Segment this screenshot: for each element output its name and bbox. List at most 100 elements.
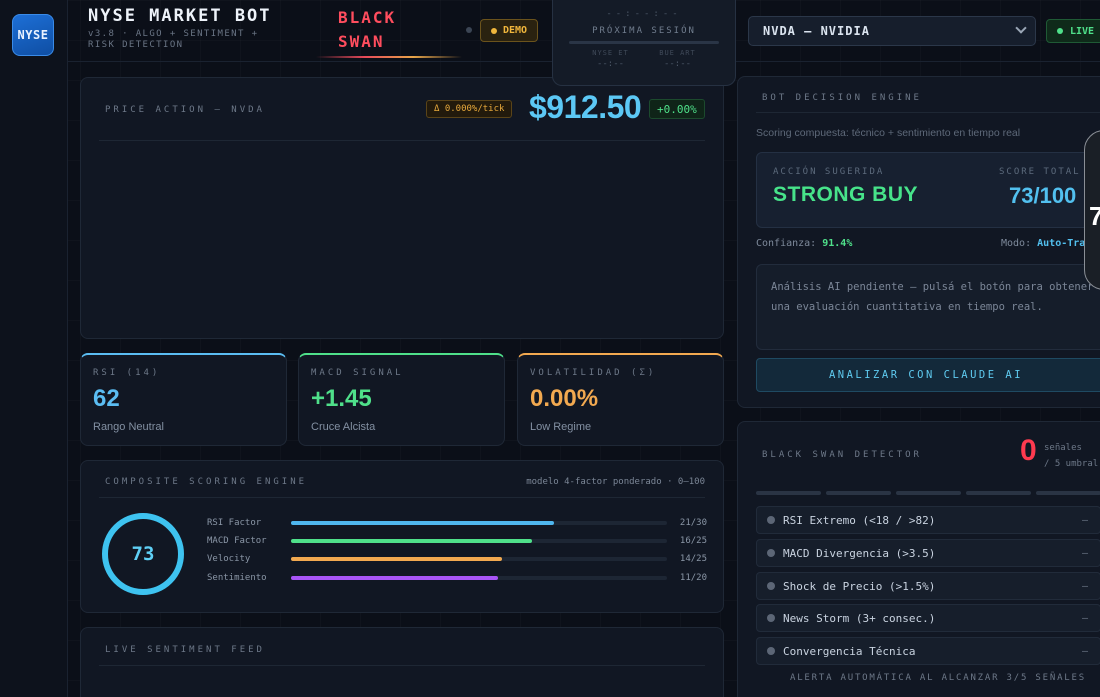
factor-name: MACD Factor [207, 536, 267, 546]
market-label-nyse: NYSE ET [592, 49, 629, 57]
divider [99, 665, 705, 666]
signal-status: — [1081, 547, 1088, 559]
price-panel-title: PRICE ACTION — NVDA [105, 105, 265, 115]
factor-row-sentiment: Sentimiento 11/20 [207, 571, 707, 585]
demo-label: DEMO [503, 25, 528, 36]
signal-status: — [1081, 645, 1088, 657]
factor-fill [291, 557, 502, 561]
action-value: STRONG BUY [773, 183, 919, 206]
engine-title: BOT DECISION ENGINE [762, 93, 922, 103]
factor-fill [291, 521, 555, 525]
factor-score: 21/30 [679, 518, 707, 528]
factor-row-macd: MACD Factor 16/25 [207, 534, 707, 548]
signal-status: — [1081, 580, 1088, 592]
sentiment-feed-panel: LIVE SENTIMENT FEED [80, 627, 724, 697]
confidence-label: Confianza: [756, 238, 817, 249]
floating-overlay-handle[interactable]: 7 [1084, 130, 1100, 290]
top-bar: NYSE MARKET BOT v3.8 · ALGO + SENTIMENT … [68, 0, 1100, 86]
analyze-claude-button[interactable]: ANALIZAR CON CLAUDE AI [756, 358, 1100, 392]
signal-row-news: News Storm (3+ consec.) — [756, 604, 1100, 632]
black-swan-panel: BLACK SWAN DETECTOR 0 señales / 5 umbral… [737, 421, 1100, 697]
score-gauge: 73 [102, 513, 184, 595]
factor-fill [291, 539, 532, 543]
demo-badge[interactable]: DEMO [480, 19, 539, 42]
signal-count-label-1: señales [1044, 443, 1082, 453]
signal-count-label-2: / 5 umbral [1044, 459, 1099, 469]
signal-label: RSI Extremo (<18 / >82) [783, 513, 936, 527]
session-times: --:-- --:-- [577, 59, 711, 69]
app-subtitle: v3.8 · ALGO + SENTIMENT + RISK DETECTION [88, 29, 259, 50]
factor-track [291, 576, 667, 580]
status-dot-icon [767, 614, 775, 622]
factor-fill [291, 576, 498, 580]
black-swan-footer: ALERTA AUTOMÁTICA AL ALCANZAR 3/5 SEÑALE… [790, 673, 1086, 683]
session-markets: NYSE ET BUE ART [577, 49, 711, 57]
status-dot [466, 27, 472, 33]
segment [1036, 491, 1100, 495]
confidence-value: 91.4% [822, 238, 853, 249]
session-label: PRÓXIMA SESIÓN [592, 26, 696, 36]
engine-description: Scoring compuesta: técnico + sentimiento… [756, 127, 1021, 139]
metric-label: VOLATILIDAD (Σ) [530, 368, 657, 378]
segment [966, 491, 1031, 495]
divider [756, 112, 1100, 113]
suggested-action-box: ACCIÓN SUGERIDA STRONG BUY SCORE TOTAL 7… [756, 152, 1100, 228]
metric-sub: Rango Neutral [93, 421, 164, 433]
factor-track [291, 557, 667, 561]
metric-label: RSI (14) [93, 368, 161, 378]
status-dot-icon [767, 549, 775, 557]
metric-value: 62 [93, 385, 120, 412]
nyse-logo[interactable]: NYSE [12, 14, 54, 56]
price-action-panel: PRICE ACTION — NVDA Δ 0.000%/tick $912.5… [80, 77, 724, 339]
session-clock: --:--:-- [606, 9, 682, 19]
mode-group: Modo: Auto-Tra [1001, 238, 1085, 249]
status-dot-icon [767, 647, 775, 655]
signal-label: News Storm (3+ consec.) [783, 611, 936, 625]
market-time-nyse: --:-- [596, 59, 625, 69]
scoring-model: modelo 4-factor ponderado · 0–100 [526, 477, 705, 487]
scoring-title: COMPOSITE SCORING ENGINE [105, 477, 308, 487]
factor-track [291, 539, 667, 543]
black-swan-indicator: BLACK SWAN [316, 6, 462, 54]
score-total-value: 73/100 [1009, 183, 1077, 208]
signal-label: MACD Divergencia (>3.5) [783, 546, 936, 560]
segment [896, 491, 961, 495]
status-dot-icon [767, 582, 775, 590]
rsi-card: RSI (14) 62 Rango Neutral [80, 353, 287, 446]
factor-score: 14/25 [679, 554, 707, 564]
live-badge[interactable]: LIVE [1046, 19, 1100, 43]
signal-row-macd: MACD Divergencia (>3.5) — [756, 539, 1100, 567]
demo-dot-icon [491, 27, 497, 34]
overlay-glyph: 7 [1089, 201, 1100, 231]
metric-value: +1.45 [311, 385, 372, 412]
current-price: $912.50 [529, 89, 642, 125]
mode-value: Auto-Tra [1037, 238, 1086, 249]
signal-label: Convergencia Técnica [783, 644, 916, 658]
black-swan-word-2: SWAN [338, 32, 385, 51]
factor-name: Velocity [207, 554, 251, 564]
tick-badge: Δ 0.000%/tick [426, 100, 513, 118]
session-progress [569, 41, 719, 44]
signal-row-rsi: RSI Extremo (<18 / >82) — [756, 506, 1100, 534]
feed-title: LIVE SENTIMENT FEED [105, 645, 265, 655]
signal-status: — [1081, 612, 1088, 624]
left-rail: NYSE [0, 0, 68, 697]
signal-row-shock: Shock de Precio (>1.5%) — [756, 572, 1100, 600]
status-dot-icon [767, 516, 775, 524]
factor-score: 11/20 [679, 573, 707, 583]
divider [99, 497, 705, 498]
factor-track [291, 521, 667, 525]
live-dot-icon [1057, 28, 1063, 34]
metric-label: MACD SIGNAL [311, 368, 404, 378]
segment [826, 491, 891, 495]
app-title: NYSE MARKET BOT [88, 6, 272, 26]
signal-segments [756, 491, 1100, 495]
signal-count: 0 [1020, 434, 1037, 467]
metric-sub: Cruce Alcista [311, 421, 376, 433]
ticker-select[interactable]: NVDA — NVIDIA [748, 16, 1036, 46]
confidence-row: Confianza: 91.4% Modo: Auto-Tra [756, 238, 1100, 249]
macd-card: MACD SIGNAL +1.45 Cruce Alcista [298, 353, 505, 446]
signal-count-label: señales / 5 umbral [1044, 440, 1098, 472]
signal-row-convergence: Convergencia Técnica — [756, 637, 1100, 665]
black-swan-title: BLACK SWAN DETECTOR [762, 450, 922, 460]
